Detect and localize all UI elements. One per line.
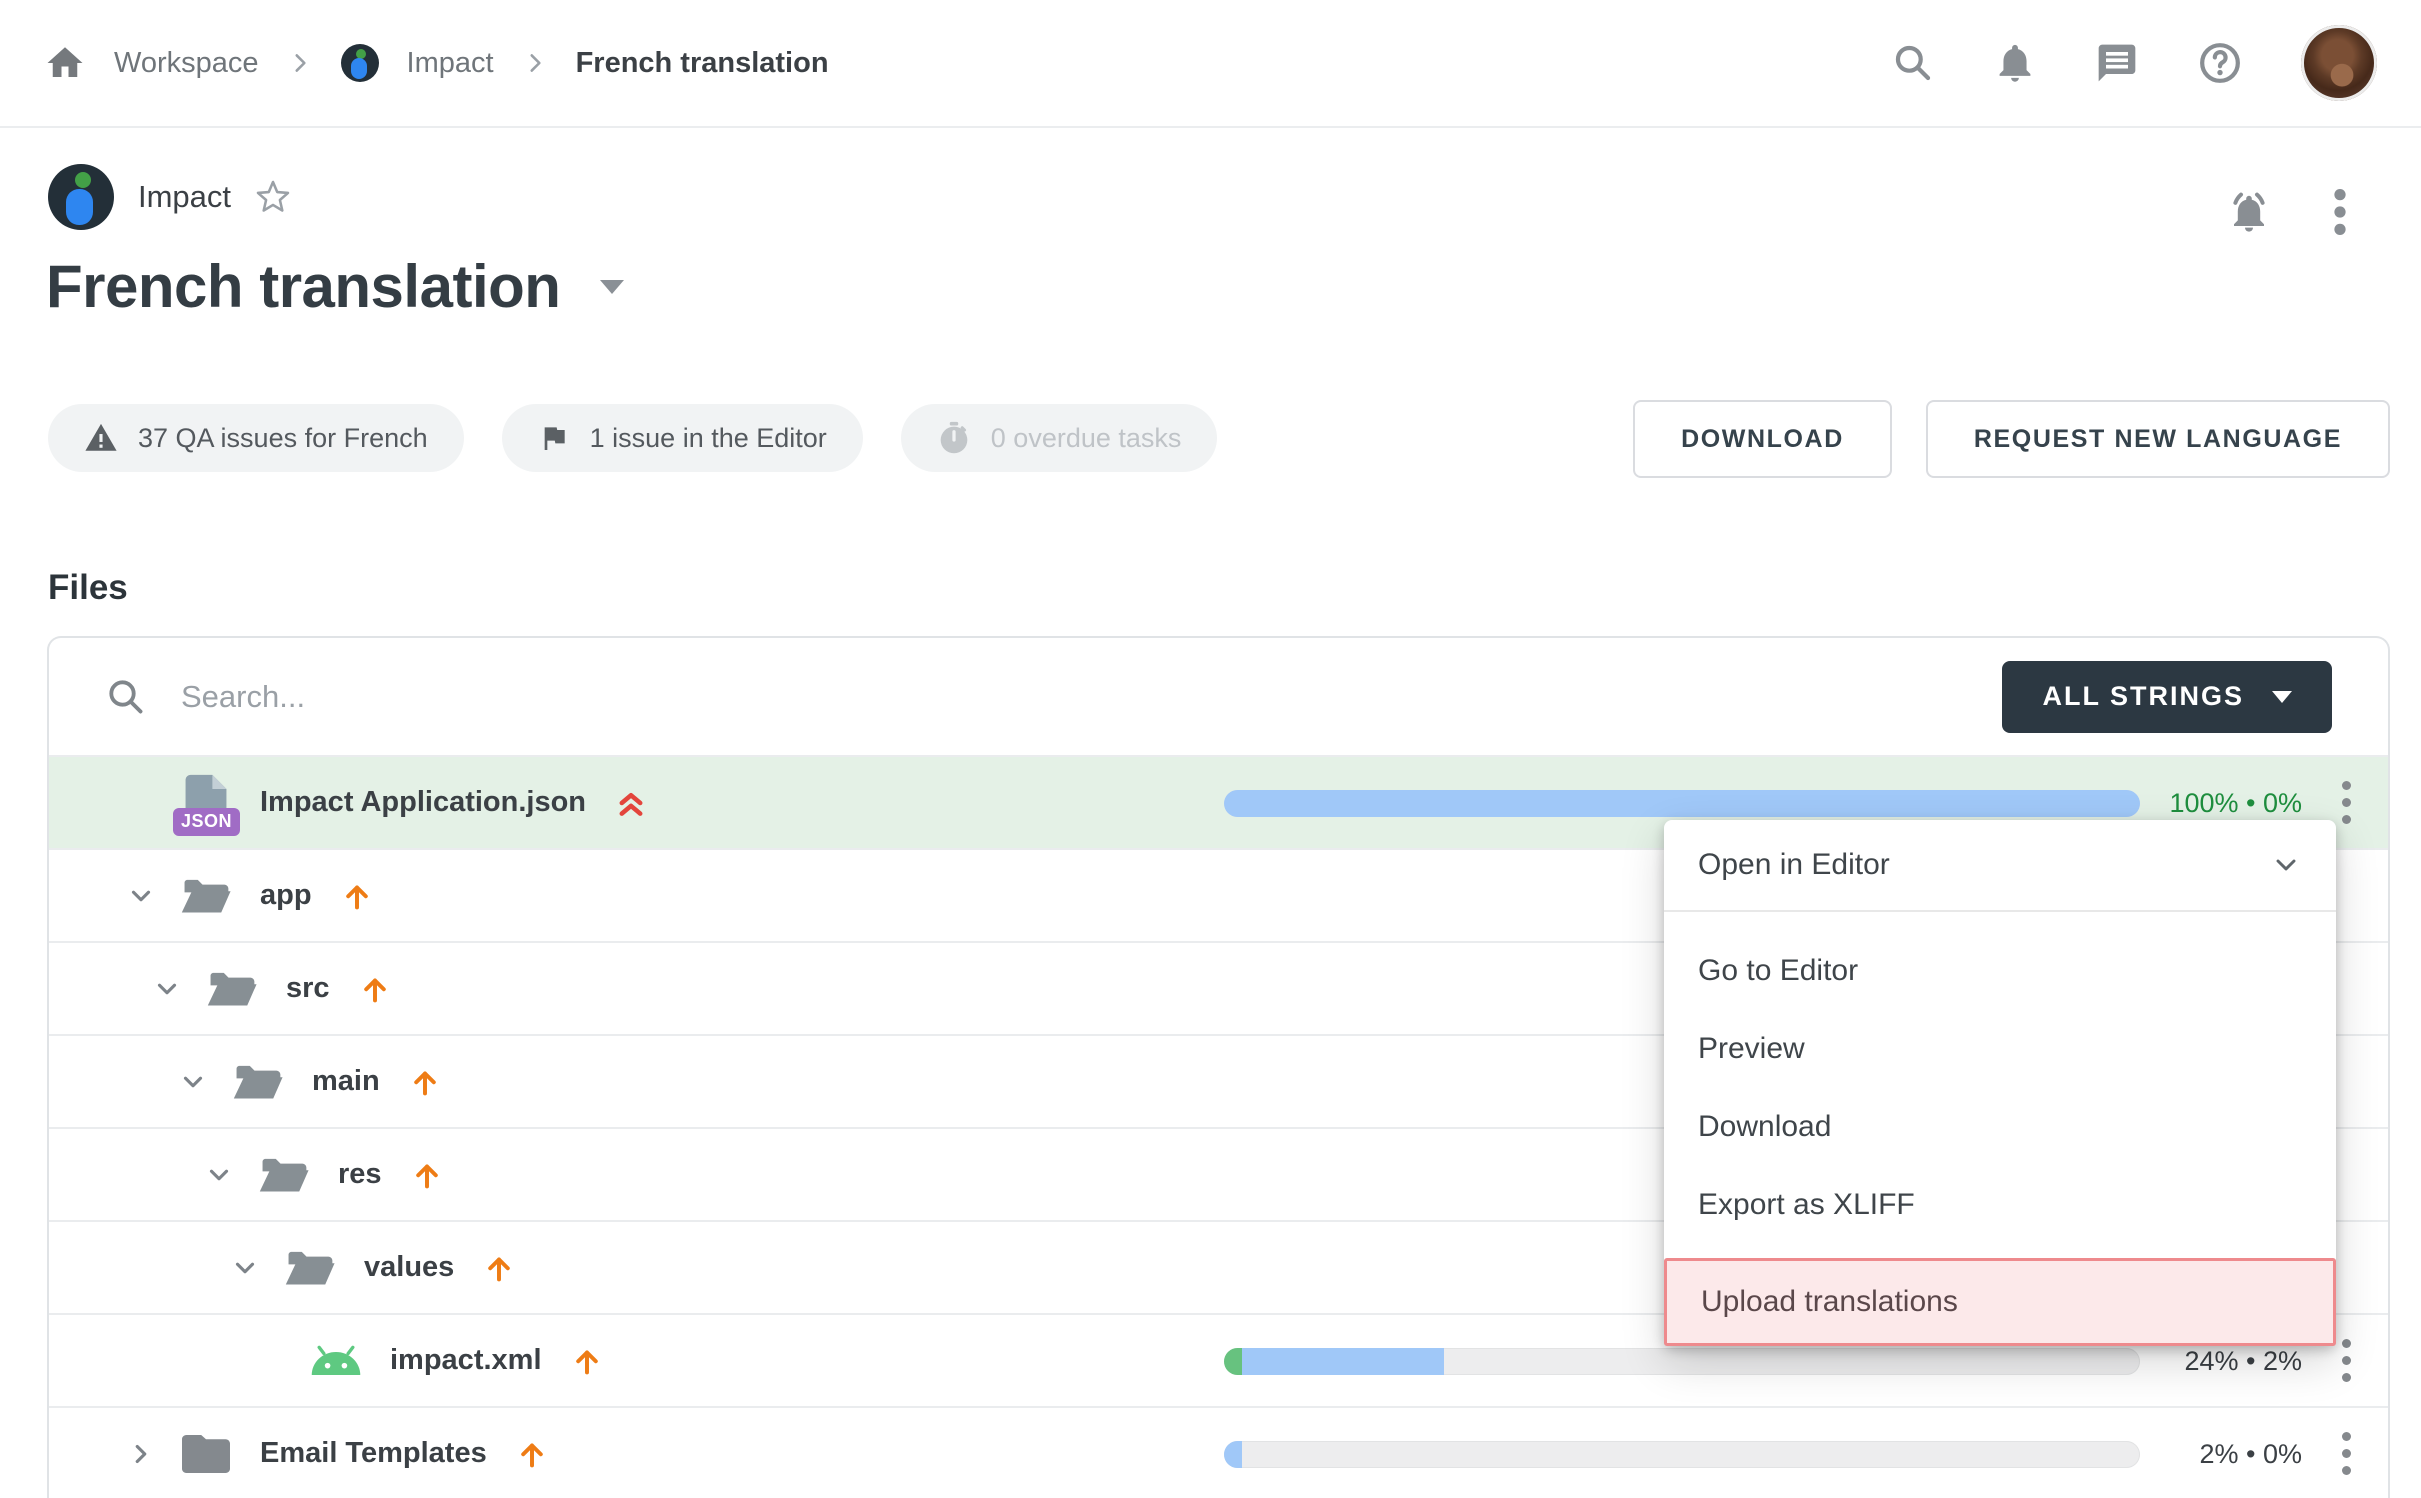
page-title: French translation <box>46 252 560 321</box>
folder-open-icon <box>178 874 234 918</box>
expander-slot <box>164 1067 222 1097</box>
chat-icon[interactable] <box>2095 41 2139 85</box>
progress-bar <box>1224 1441 2140 1468</box>
json-file-icon: JSON <box>178 774 234 832</box>
chevron-right-separator-icon <box>287 50 313 76</box>
priority-high-icon <box>358 972 392 1006</box>
chip-label: 37 QA issues for French <box>138 423 428 454</box>
files-heading: Files <box>48 568 128 608</box>
chip-editor-issues[interactable]: 1 issue in the Editor <box>502 404 863 472</box>
expander-slot <box>112 881 170 911</box>
android-file-icon <box>308 1343 364 1379</box>
json-badge: JSON <box>173 808 240 836</box>
search-icon[interactable] <box>1891 41 1935 85</box>
stopwatch-icon <box>937 421 971 455</box>
page: Workspace Impact French translation <box>0 0 2421 1498</box>
status-chips: 37 QA issues for French 1 issue in the E… <box>48 404 1217 472</box>
project-name: Impact <box>138 179 231 215</box>
page-title-row: French translation <box>46 252 624 321</box>
help-icon[interactable] <box>2197 40 2243 86</box>
priority-high-icon <box>482 1251 516 1285</box>
context-menu-header[interactable]: Open in Editor <box>1664 820 2336 912</box>
request-new-language-button[interactable]: REQUEST NEW LANGUAGE <box>1926 400 2390 478</box>
breadcrumb: Workspace Impact French translation <box>44 42 829 84</box>
expander-slot <box>190 1160 248 1190</box>
strings-filter-button[interactable]: ALL STRINGS <box>2002 661 2332 733</box>
breadcrumb-workspace[interactable]: Workspace <box>114 47 259 80</box>
file-context-menu: Open in Editor Go to EditorPreviewDownlo… <box>1664 820 2336 1346</box>
folder-open-icon <box>282 1246 338 1290</box>
project-kebab-menu-icon[interactable] <box>2333 186 2347 238</box>
folder-open-icon <box>256 1153 312 1197</box>
project-header: Impact <box>48 164 291 230</box>
folder-open-icon <box>204 967 260 1011</box>
file-name: src <box>286 972 330 1005</box>
progress-bar <box>1224 1348 2140 1375</box>
strings-filter-label: ALL STRINGS <box>2042 681 2244 712</box>
notifications-icon[interactable] <box>1993 41 2037 85</box>
progress-stats: 2% • 0% <box>2072 1408 2302 1498</box>
menu-item[interactable]: Download <box>1664 1088 2336 1166</box>
search-input[interactable] <box>179 678 1970 716</box>
file-name: values <box>364 1251 454 1284</box>
chip-label: 1 issue in the Editor <box>590 423 827 454</box>
title-dropdown-caret-icon[interactable] <box>600 280 624 294</box>
context-menu-items: Go to EditorPreviewDownloadExport as XLI… <box>1664 912 2336 1346</box>
folder-open-icon <box>230 1060 286 1104</box>
user-avatar[interactable] <box>2301 25 2377 101</box>
file-name: impact.xml <box>390 1344 542 1377</box>
chevron-down-icon[interactable] <box>204 1160 234 1190</box>
home-icon[interactable] <box>44 42 86 84</box>
search-icon <box>105 676 147 718</box>
breadcrumb-current: French translation <box>576 47 829 80</box>
expander-slot <box>112 1439 170 1469</box>
file-name: Impact Application.json <box>260 786 586 819</box>
project-actions <box>2225 186 2347 238</box>
chevron-right-separator-icon <box>522 50 548 76</box>
menu-item[interactable]: Preview <box>1664 1010 2336 1088</box>
row-kebab-menu-button[interactable] <box>2326 1424 2366 1484</box>
warning-icon <box>84 421 118 455</box>
topbar-actions <box>1891 25 2377 101</box>
progress-bar <box>1224 790 2140 817</box>
context-menu-header-label: Open in Editor <box>1698 848 1890 882</box>
chevron-down-icon[interactable] <box>126 881 156 911</box>
expander-slot <box>216 1253 274 1283</box>
project-logo[interactable] <box>341 44 379 82</box>
subscribe-bell-icon[interactable] <box>2225 188 2273 236</box>
folder-closed-icon <box>178 1434 234 1474</box>
chevron-down-icon[interactable] <box>178 1067 208 1097</box>
topbar: Workspace Impact French translation <box>0 0 2421 128</box>
folder-row[interactable]: Email Templates 2% • 0% <box>49 1406 2388 1498</box>
project-avatar[interactable] <box>48 164 114 230</box>
flag-icon <box>538 422 570 454</box>
menu-item[interactable]: Export as XLIFF <box>1664 1166 2336 1244</box>
header-buttons: DOWNLOAD REQUEST NEW LANGUAGE <box>1633 400 2390 478</box>
expander-slot <box>138 974 196 1004</box>
chip-label: 0 overdue tasks <box>991 423 1182 454</box>
file-name: main <box>312 1065 380 1098</box>
download-button[interactable]: DOWNLOAD <box>1633 400 1892 478</box>
chip-qa-issues[interactable]: 37 QA issues for French <box>48 404 464 472</box>
file-name: res <box>338 1158 382 1191</box>
file-name: app <box>260 879 312 912</box>
chevron-down-icon <box>2270 849 2302 881</box>
priority-high-icon <box>570 1344 604 1378</box>
menu-item-highlighted[interactable]: Upload translations <box>1664 1258 2336 1346</box>
priority-high-icon <box>515 1437 549 1471</box>
priority-high-icon <box>340 879 374 913</box>
breadcrumb-project[interactable]: Impact <box>407 47 494 80</box>
chip-overdue-tasks: 0 overdue tasks <box>901 404 1218 472</box>
chevron-down-icon <box>2272 691 2292 703</box>
chevron-right-icon[interactable] <box>126 1439 156 1469</box>
file-name: Email Templates <box>260 1437 487 1470</box>
priority-highest-icon <box>614 786 648 820</box>
chevron-down-icon[interactable] <box>230 1253 260 1283</box>
files-search-row: ALL STRINGS <box>49 638 2388 755</box>
star-icon[interactable] <box>255 179 291 215</box>
priority-high-icon <box>408 1065 442 1099</box>
chevron-down-icon[interactable] <box>152 974 182 1004</box>
menu-item[interactable]: Go to Editor <box>1664 932 2336 1010</box>
priority-high-icon <box>410 1158 444 1192</box>
